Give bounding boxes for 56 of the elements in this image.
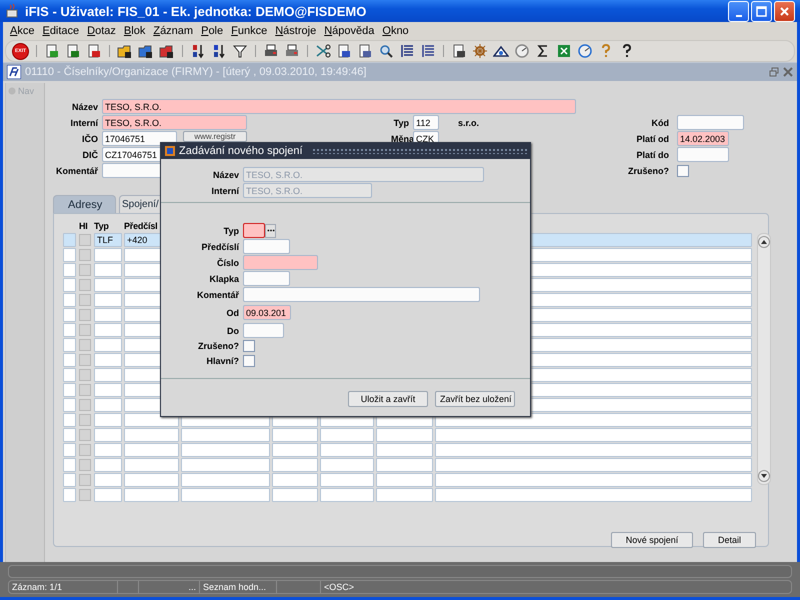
- tab[interactable]: Adresy: [53, 195, 116, 213]
- field-label: Měna: [391, 134, 413, 144]
- dialog-title: Zadávání nového spojení: [179, 145, 303, 157]
- field-label: Zrušeno?: [626, 166, 670, 176]
- field-label: Komentář: [54, 166, 99, 176]
- internal-name-field[interactable]: TESO, S.R.O.: [102, 115, 247, 130]
- type-name: s.r.o.: [458, 118, 480, 128]
- company-id-field[interactable]: 17046751: [102, 131, 177, 146]
- field-label: IČO: [80, 134, 99, 144]
- field-label: Typ: [392, 118, 410, 128]
- mode-indicator: <OSC>: [323, 581, 356, 593]
- registry-button[interactable]: www.registr: [183, 131, 247, 142]
- field-label: Název: [212, 170, 240, 180]
- list-hint: Seznam hodn...: [200, 581, 277, 593]
- column-header: Předčísl: [124, 220, 158, 232]
- field-label: Interní: [210, 186, 240, 196]
- record-counter: Záznam: 1/1: [9, 581, 118, 593]
- field-label: Interní: [69, 118, 100, 128]
- status-ellipsis: ...: [139, 581, 200, 593]
- field-label: Zrušeno?: [196, 341, 240, 351]
- field-label: Do: [226, 326, 240, 336]
- menu-item[interactable]: Editace: [38, 25, 84, 37]
- field-label: DIČ: [82, 150, 99, 160]
- column-header: Typ: [94, 220, 110, 232]
- menu-item[interactable]: Nástroje: [271, 25, 320, 37]
- menu-item[interactable]: Funkce: [227, 25, 272, 37]
- name-field[interactable]: TESO, S.R.O.: [102, 99, 576, 114]
- input-field[interactable]: 09.03.201: [243, 305, 291, 320]
- menu-item[interactable]: Akce: [6, 25, 38, 37]
- valid-from-field[interactable]: 14.02.2003: [677, 131, 729, 146]
- type-field[interactable]: 112: [413, 115, 439, 130]
- action-button[interactable]: Detail: [703, 532, 756, 548]
- field-label: Název: [70, 102, 99, 112]
- menu-item[interactable]: Záznam: [149, 25, 198, 37]
- window-title: iFIS - Uživatel: FIS_01 - Ek. jednotka: DEMO@FISDEMO: [25, 4, 368, 18]
- menu-item[interactable]: Dotaz: [83, 25, 120, 37]
- action-button[interactable]: Nové spojení: [611, 532, 693, 548]
- field-label: Hlavní?: [205, 356, 240, 366]
- field-label: Od: [226, 308, 240, 318]
- dialog-button[interactable]: Zavřít bez uložení: [435, 391, 515, 407]
- field-label: Komentář: [196, 290, 240, 300]
- field-label: Typ: [222, 226, 240, 236]
- form-window-title: 01110 - Číselníky/Organizace (FIRMY) - [úterý , 09.03.2010, 19:49:46]: [25, 66, 368, 78]
- field-label: Platí od: [635, 134, 670, 144]
- menu-item[interactable]: Okno: [378, 25, 413, 37]
- menu-item[interactable]: Blok: [120, 25, 150, 37]
- field-label: Předčíslí: [200, 242, 240, 252]
- menu-item[interactable]: Nápověda: [320, 25, 378, 37]
- dialog-button[interactable]: Uložit a zavřít: [348, 391, 428, 407]
- table-cell: TLF: [94, 233, 122, 247]
- field-label: Kód: [650, 118, 670, 128]
- column-header: HI: [78, 220, 89, 232]
- field-label: Platí do: [635, 150, 670, 160]
- field-label: Klapka: [208, 274, 240, 284]
- field-label: Číslo: [216, 258, 240, 268]
- menu-item[interactable]: Pole: [197, 25, 228, 37]
